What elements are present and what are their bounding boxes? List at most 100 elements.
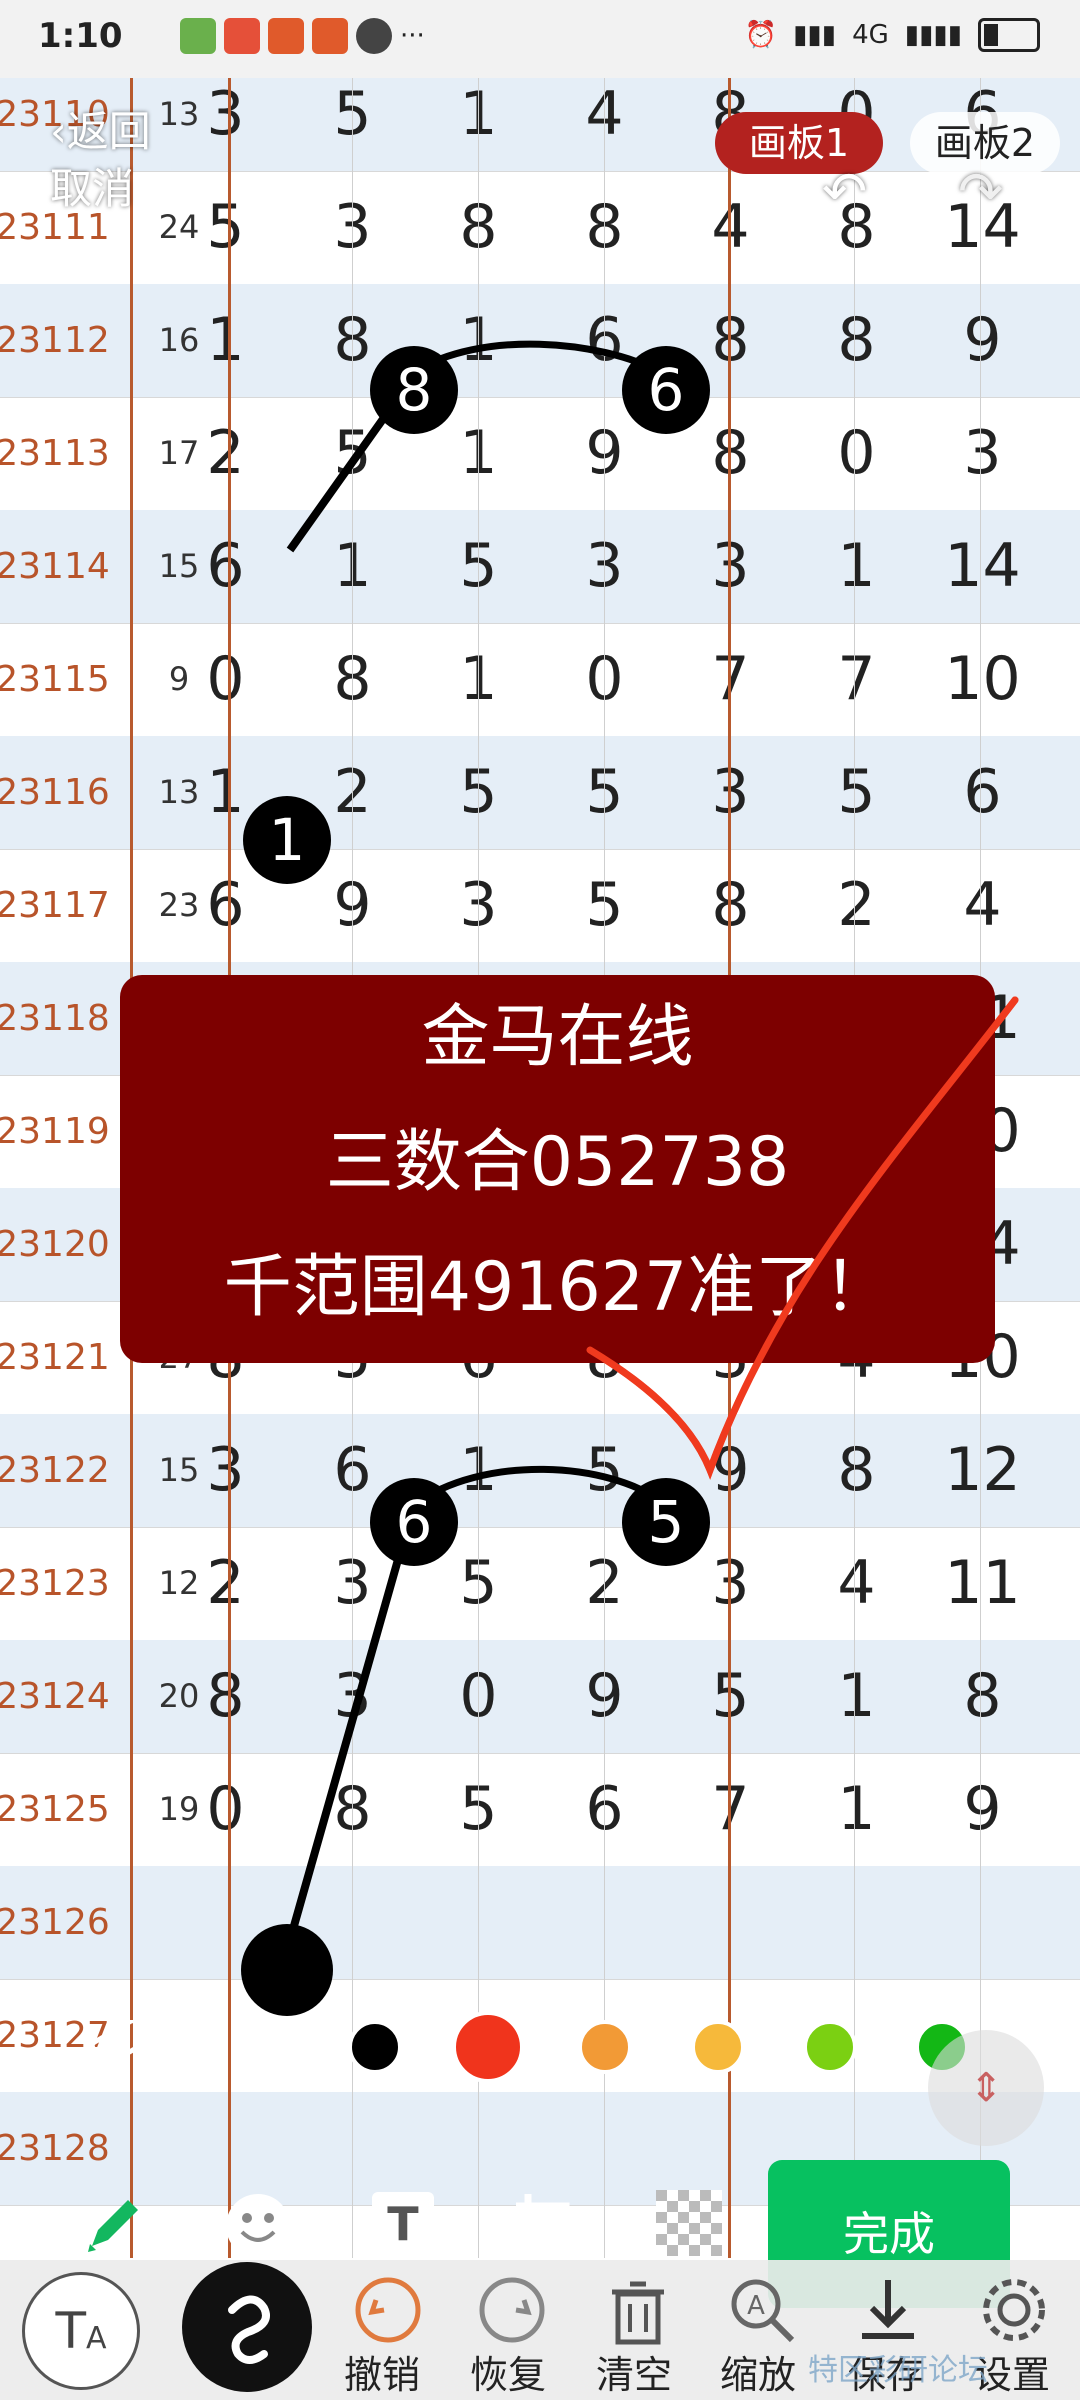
digit-cell: 4: [837, 1548, 876, 1618]
gear-icon[interactable]: [976, 2272, 1052, 2348]
cancel-button[interactable]: 取消: [50, 155, 134, 216]
color-swatch[interactable]: [578, 2020, 632, 2074]
draw-mode-button[interactable]: [182, 2262, 312, 2392]
color-swatch[interactable]: [452, 2011, 524, 2083]
digit-cell: [794, 1866, 919, 1979]
digit-cell: 3: [963, 418, 1002, 488]
undo-icon[interactable]: ↶: [822, 160, 882, 223]
caption-box[interactable]: 金马在线 三数合052738 千范围491627准了！: [120, 975, 995, 1363]
table-row: 231221536159812: [0, 1414, 1080, 1528]
table-row: 23125190856719: [0, 1753, 1080, 1869]
undo-icon[interactable]: [350, 2272, 426, 2348]
issue-number: 23126: [0, 1902, 110, 1943]
color-swatch[interactable]: [691, 2020, 745, 2074]
color-swatch[interactable]: [235, 2020, 289, 2074]
digit-cell: 8: [837, 1435, 876, 1505]
pen-icon[interactable]: [80, 2190, 148, 2258]
svg-text:A: A: [747, 2291, 765, 2321]
issue-number: 23121: [0, 1337, 110, 1378]
clear-label[interactable]: 清空: [596, 2344, 672, 2399]
taobao-icon: [268, 18, 304, 54]
back-button[interactable]: ‹返回: [50, 98, 151, 159]
digit-cell: 1: [206, 757, 245, 827]
digit-cell: 3: [206, 1435, 245, 1505]
redo-icon[interactable]: [474, 2272, 550, 2348]
issue-number: 23117: [0, 885, 110, 926]
app-icon: [180, 18, 216, 54]
digit-cell: 6: [963, 757, 1002, 827]
table-row: 23113172519803: [0, 397, 1080, 513]
app-icon: [224, 18, 260, 54]
issue-number: 23120: [0, 1224, 110, 1265]
scroll-toggle-button[interactable]: ⇕: [928, 2030, 1044, 2146]
cell-signal-icon: ▮▮▮▮: [904, 20, 962, 50]
color-swatch[interactable]: [348, 2020, 402, 2074]
table-row: 23126: [0, 1866, 1080, 1980]
issue-number: 23123: [0, 1563, 110, 1604]
table-row: 23117236935824: [0, 849, 1080, 965]
issue-number: 23112: [0, 320, 110, 361]
chevron-left-icon: ‹: [50, 107, 67, 156]
trash-icon[interactable]: [600, 2272, 676, 2348]
digit-cell: 6: [206, 870, 245, 940]
digit-cell: 12: [944, 1435, 1021, 1505]
digit-cell: 0: [206, 644, 245, 714]
digit-cell: 11: [944, 1548, 1021, 1618]
digit-cell: 4: [963, 870, 1002, 940]
digit-cell: 3: [206, 79, 245, 149]
issue-number: 23122: [0, 1450, 110, 1491]
save-icon[interactable]: [850, 2272, 926, 2348]
caption-line-1: 金马在线: [421, 998, 694, 1077]
caption-line-2: 三数合052738: [325, 1123, 790, 1202]
palette-divider: [190, 2025, 192, 2067]
table-row: 23112161816889: [0, 284, 1080, 398]
table-row: 23115908107710: [0, 623, 1080, 737]
more-icon: ···: [400, 21, 425, 51]
taobao-icon: [312, 18, 348, 54]
network-type: 4G: [852, 20, 889, 50]
digit-cell: [163, 2092, 288, 2205]
digit-cell: 2: [206, 1548, 245, 1618]
battery-icon: [978, 18, 1040, 52]
wifi-signal-icon: ▮▮▮: [793, 20, 837, 50]
issue-number: 23128: [0, 2128, 110, 2169]
text-style-button[interactable]: TA: [22, 2272, 140, 2390]
color-swatch[interactable]: [803, 2020, 857, 2074]
table-row: 231112453884814: [0, 171, 1080, 285]
text-tool-icon[interactable]: T: [370, 2190, 436, 2256]
digit-cell: 2: [837, 870, 876, 940]
notification-icons: ···: [180, 18, 425, 54]
eraser-icon[interactable]: [84, 2020, 154, 2070]
digit-cell: 0: [837, 418, 876, 488]
digit-cell: 8: [963, 1661, 1002, 1731]
digit-cell: 5: [206, 192, 245, 262]
digit-cell: 1: [837, 1774, 876, 1844]
chat-icon: [356, 18, 392, 54]
issue-number: 23119: [0, 1111, 110, 1152]
redo-icon[interactable]: ↷: [958, 160, 1018, 223]
table-row: 23124208309518: [0, 1640, 1080, 1754]
redo-label[interactable]: 恢复: [470, 2344, 546, 2399]
zoom-icon[interactable]: A: [724, 2272, 800, 2348]
table-row: 23116131255356: [0, 736, 1080, 850]
alarm-icon: ⏰: [744, 20, 778, 50]
undo-label[interactable]: 撤销: [344, 2344, 420, 2399]
crop-icon[interactable]: [512, 2190, 582, 2260]
zoom-label[interactable]: 缩放: [720, 2344, 796, 2399]
issue-number: 23124: [0, 1676, 110, 1717]
digit-cell: [920, 1866, 1045, 1979]
status-right: ⏰ ▮▮▮ 4G ▮▮▮▮: [745, 18, 1040, 52]
digit-cell: 1: [837, 531, 876, 601]
emoji-icon[interactable]: [222, 2190, 294, 2262]
digit-cell: 8: [206, 1661, 245, 1731]
digit-cell: 0: [206, 1774, 245, 1844]
watermark: 特区彩研论坛: [808, 2353, 988, 2388]
issue-number: 23113: [0, 433, 110, 474]
mosaic-icon[interactable]: [656, 2190, 722, 2256]
digit-cell: 2: [206, 418, 245, 488]
svg-text:T: T: [387, 2197, 419, 2251]
issue-number: 23114: [0, 546, 110, 587]
digit-cell: 14: [944, 531, 1021, 601]
color-palette: [0, 1990, 1080, 2100]
caption-line-3: 千范围491627准了！: [223, 1248, 892, 1327]
